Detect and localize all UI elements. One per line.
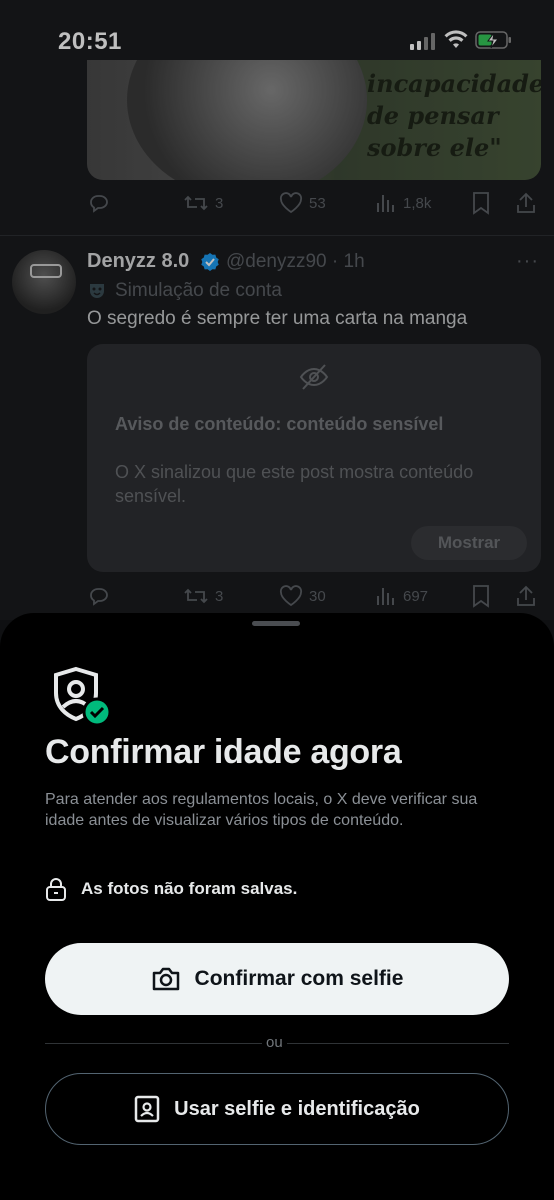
or-text: ou [262,1034,287,1051]
id-badge-icon [134,1095,160,1123]
use-selfie-and-id-button[interactable]: Usar selfie e identificação [45,1073,509,1145]
photos-note-text: As fotos não foram salvas. [81,879,298,898]
sheet-title: Confirmar idade agora [45,733,402,771]
photos-not-saved-note: As fotos não foram salvas. [45,877,297,901]
use-selfie-and-id-label: Usar selfie e identificação [174,1097,420,1120]
confirm-with-selfie-label: Confirmar com selfie [194,967,404,990]
shield-user-check-icon [54,666,112,727]
sheet-description: Para atender aos regulamentos locais, o … [45,791,478,829]
age-verification-sheet: Confirmar idade agora Para atender aos r… [0,613,554,1200]
modal-scrim[interactable] [0,0,554,620]
lock-icon [46,878,66,901]
confirm-with-selfie-button[interactable]: Confirmar com selfie [45,943,509,1015]
sheet-drag-handle[interactable] [252,621,300,626]
camera-icon [152,967,179,991]
